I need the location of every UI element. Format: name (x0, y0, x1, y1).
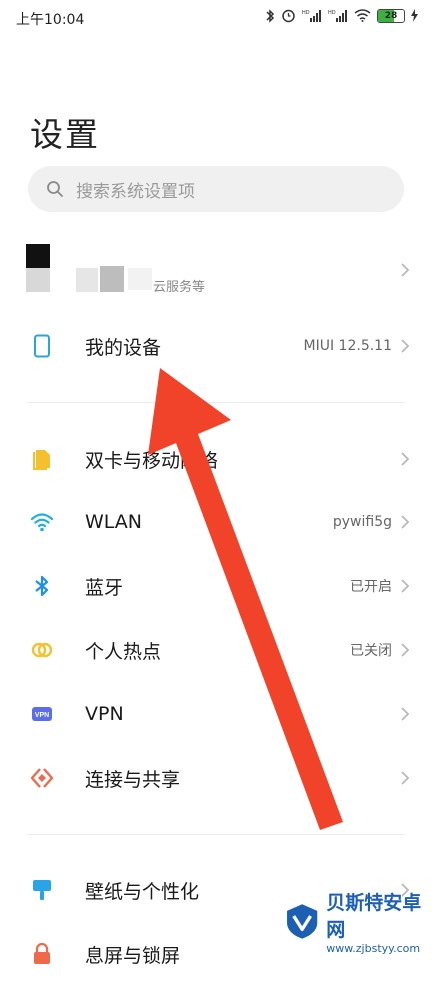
wifi-status-icon (354, 9, 371, 22)
chevron-right-icon (401, 579, 410, 593)
signal-icon-1: HD (302, 10, 321, 22)
settings-row-vpn[interactable]: VPN VPN (0, 682, 432, 746)
chevron-right-icon (401, 452, 410, 466)
chevron-right-icon (401, 515, 410, 529)
row-label: 息屏与锁屏 (85, 944, 181, 967)
row-label: 连接与共享 (85, 768, 181, 791)
search-bar[interactable]: 搜索系统设置项 (28, 166, 404, 212)
signal-icon-2: HD (328, 10, 347, 22)
account-subtitle: 云服务等 (153, 280, 206, 295)
settings-row-wlan[interactable]: WLAN pywifi5g (0, 490, 432, 554)
alarm-icon (282, 9, 295, 23)
chevron-right-icon (401, 339, 410, 353)
watermark-title: 贝斯特安卓网 (326, 891, 422, 941)
phone-icon (34, 334, 50, 358)
status-bar: 上午10:04 HD HD 28 (0, 0, 432, 36)
bluetooth-icon (35, 575, 49, 597)
search-placeholder: 搜索系统设置项 (76, 181, 195, 202)
chevron-right-icon (401, 771, 410, 785)
sim-card-icon (33, 450, 50, 470)
row-value: 已关闭 (350, 643, 392, 659)
hotspot-icon (31, 642, 53, 658)
row-label: WLAN (85, 511, 143, 533)
search-icon (47, 181, 63, 197)
divider (28, 834, 404, 835)
status-time: 上午10:04 (16, 12, 85, 28)
watermark-url: www.zjbstyy.com (326, 941, 421, 955)
settings-row-my-device[interactable]: 我的设备 MIUI 12.5.11 (0, 314, 432, 378)
row-label: VPN (85, 703, 124, 725)
divider (28, 402, 404, 403)
row-value: pywifi5g (332, 514, 392, 530)
page-title: 设置 (30, 115, 100, 154)
battery-icon: 28 (377, 8, 405, 23)
watermark-logo-icon (287, 904, 318, 939)
row-label: 我的设备 (85, 336, 162, 359)
chevron-right-icon (401, 263, 410, 277)
blurred-name-1 (76, 268, 98, 292)
blurred-name-3 (128, 268, 152, 290)
row-label: 个人热点 (85, 640, 162, 663)
blurred-name-2 (100, 266, 124, 292)
account-row[interactable]: 云服务等 (0, 238, 432, 302)
row-label: 双卡与移动网络 (85, 449, 219, 472)
chevron-right-icon (401, 643, 410, 657)
svg-text:HD: HD (328, 10, 336, 16)
share-icon (30, 768, 54, 788)
svg-text:VPN: VPN (35, 712, 49, 719)
row-value: 已开启 (350, 579, 392, 595)
charging-icon (411, 9, 418, 22)
chevron-right-icon (401, 707, 410, 721)
vpn-icon: VPN (32, 707, 52, 721)
row-label: 蓝牙 (85, 576, 124, 599)
settings-row-connection-sharing[interactable]: 连接与共享 (0, 746, 432, 810)
status-icons: HD HD 28 (265, 8, 418, 23)
svg-text:HD: HD (302, 10, 310, 16)
row-label: 壁纸与个性化 (85, 880, 200, 903)
wallpaper-icon (33, 880, 51, 900)
row-value: MIUI 12.5.11 (303, 338, 392, 354)
watermark: 贝斯特安卓网 www.zjbstyy.com (282, 888, 422, 955)
settings-row-hotspot[interactable]: 个人热点 已关闭 (0, 618, 432, 682)
avatar (26, 244, 50, 292)
lock-icon (34, 942, 50, 964)
bluetooth-status-icon (266, 8, 275, 23)
wifi-icon (30, 513, 54, 532)
settings-row-bluetooth[interactable]: 蓝牙 已开启 (0, 554, 432, 618)
settings-row-dual-sim[interactable]: 双卡与移动网络 (0, 427, 432, 491)
